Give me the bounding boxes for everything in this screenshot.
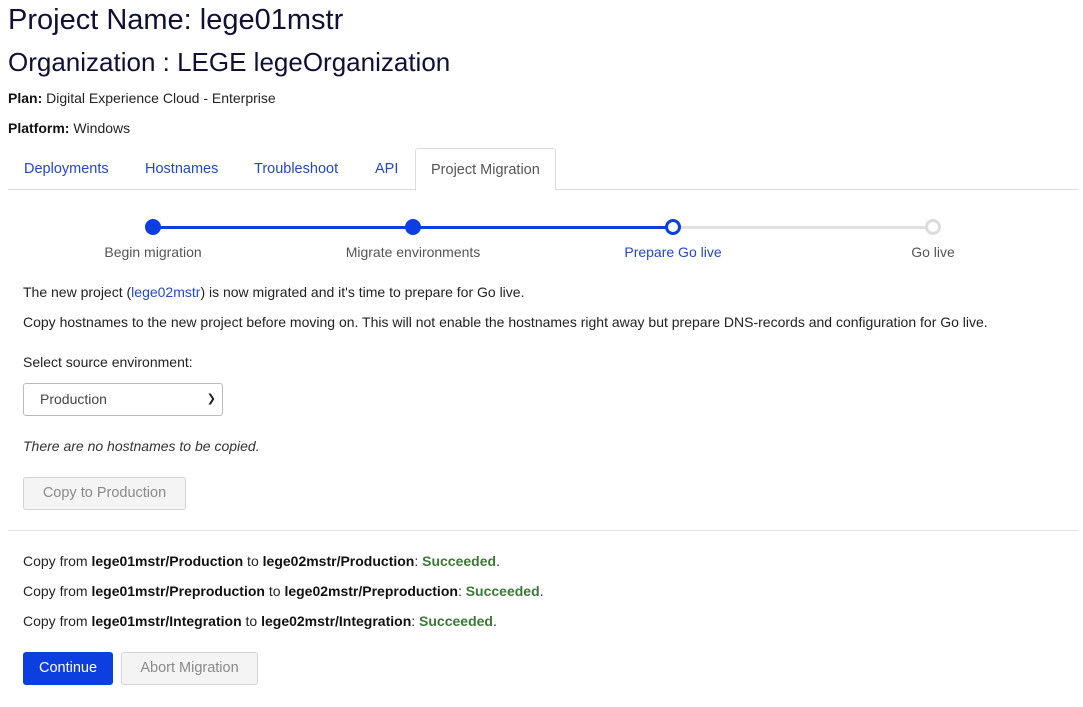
log-mid: to xyxy=(243,553,263,569)
log-target: lege02mstr/Preproduction xyxy=(284,583,458,599)
tab-bar: Deployments Hostnames Troubleshoot API P… xyxy=(8,148,1078,191)
abort-migration-button[interactable]: Abort Migration xyxy=(121,652,258,685)
step-go-live-label: Go live xyxy=(911,244,955,260)
log-source: lege01mstr/Preproduction xyxy=(91,583,265,599)
continue-button[interactable]: Continue xyxy=(23,652,113,685)
log-prefix: Copy from xyxy=(23,553,92,569)
chevron-down-icon: ❯ xyxy=(206,393,216,405)
log-end: . xyxy=(492,613,497,629)
intro-text: The new project (lege02mstr) is now migr… xyxy=(23,284,524,300)
status-succeeded: Succeeded xyxy=(422,553,497,569)
log-entry: Copy from lege01mstr/Preproduction to le… xyxy=(23,583,544,599)
log-source: lege01mstr/Production xyxy=(91,553,244,569)
intro-prefix: The new project ( xyxy=(23,284,132,300)
step-go-live-marker xyxy=(925,219,941,235)
intro-suffix: ) is now migrated and it's time to prepa… xyxy=(200,284,525,300)
source-environment-value: Production xyxy=(40,391,107,407)
tab-deployments[interactable]: Deployments xyxy=(9,148,124,190)
step-prepare-go-live-marker xyxy=(665,219,681,235)
copy-hint-text: Copy hostnames to the new project before… xyxy=(23,314,988,330)
select-source-label: Select source environment: xyxy=(23,354,193,370)
copy-to-production-button[interactable]: Copy to Production xyxy=(23,477,186,510)
tab-hostnames[interactable]: Hostnames xyxy=(130,148,233,190)
migration-stepper: Begin migration Migrate environments Pre… xyxy=(23,215,1063,265)
step-prepare-go-live-label: Prepare Go live xyxy=(624,244,722,260)
log-source: lege01mstr/Integration xyxy=(91,613,242,629)
log-end: . xyxy=(496,553,500,569)
log-mid: to xyxy=(241,613,262,629)
log-sep: : xyxy=(457,583,466,599)
platform-value: Windows xyxy=(73,120,131,136)
log-target: lege02mstr/Integration xyxy=(261,613,412,629)
organization-title: Organization : LEGE legeOrganization xyxy=(8,47,451,77)
new-project-link[interactable]: lege02mstr xyxy=(131,284,200,300)
log-prefix: Copy from xyxy=(23,613,92,629)
plan-row: Plan: Digital Experience Cloud - Enterpr… xyxy=(8,90,276,106)
step-begin-migration-label: Begin migration xyxy=(104,244,202,260)
platform-row: Platform: Windows xyxy=(8,120,130,136)
log-end: . xyxy=(539,583,544,599)
log-sep: : xyxy=(411,613,420,629)
step-migrate-environments-marker xyxy=(405,219,421,235)
log-sep: : xyxy=(414,553,423,569)
log-prefix: Copy from xyxy=(23,583,92,599)
log-target: lege02mstr/Production xyxy=(262,553,415,569)
step-begin-migration-marker xyxy=(145,219,161,235)
plan-value: Digital Experience Cloud - Enterprise xyxy=(46,90,276,106)
tab-api[interactable]: API xyxy=(360,148,413,190)
stepper-remaining-line xyxy=(673,226,933,229)
project-title: Project Name: lege01mstr xyxy=(8,4,344,36)
status-succeeded: Succeeded xyxy=(465,583,540,599)
log-mid: to xyxy=(264,583,285,599)
platform-label: Platform: xyxy=(8,120,70,136)
tab-project-migration[interactable]: Project Migration xyxy=(415,148,556,191)
log-entry: Copy from lege01mstr/Production to lege0… xyxy=(23,553,500,569)
log-entry: Copy from lege01mstr/Integration to lege… xyxy=(23,613,497,629)
tab-troubleshoot[interactable]: Troubleshoot xyxy=(239,148,353,190)
step-migrate-environments-label: Migrate environments xyxy=(345,244,481,260)
status-succeeded: Succeeded xyxy=(419,613,493,629)
source-environment-select[interactable]: Production ❯ xyxy=(23,383,223,416)
plan-label: Plan: xyxy=(8,90,43,106)
section-divider xyxy=(8,530,1078,531)
no-hostnames-message: There are no hostnames to be copied. xyxy=(23,438,260,454)
